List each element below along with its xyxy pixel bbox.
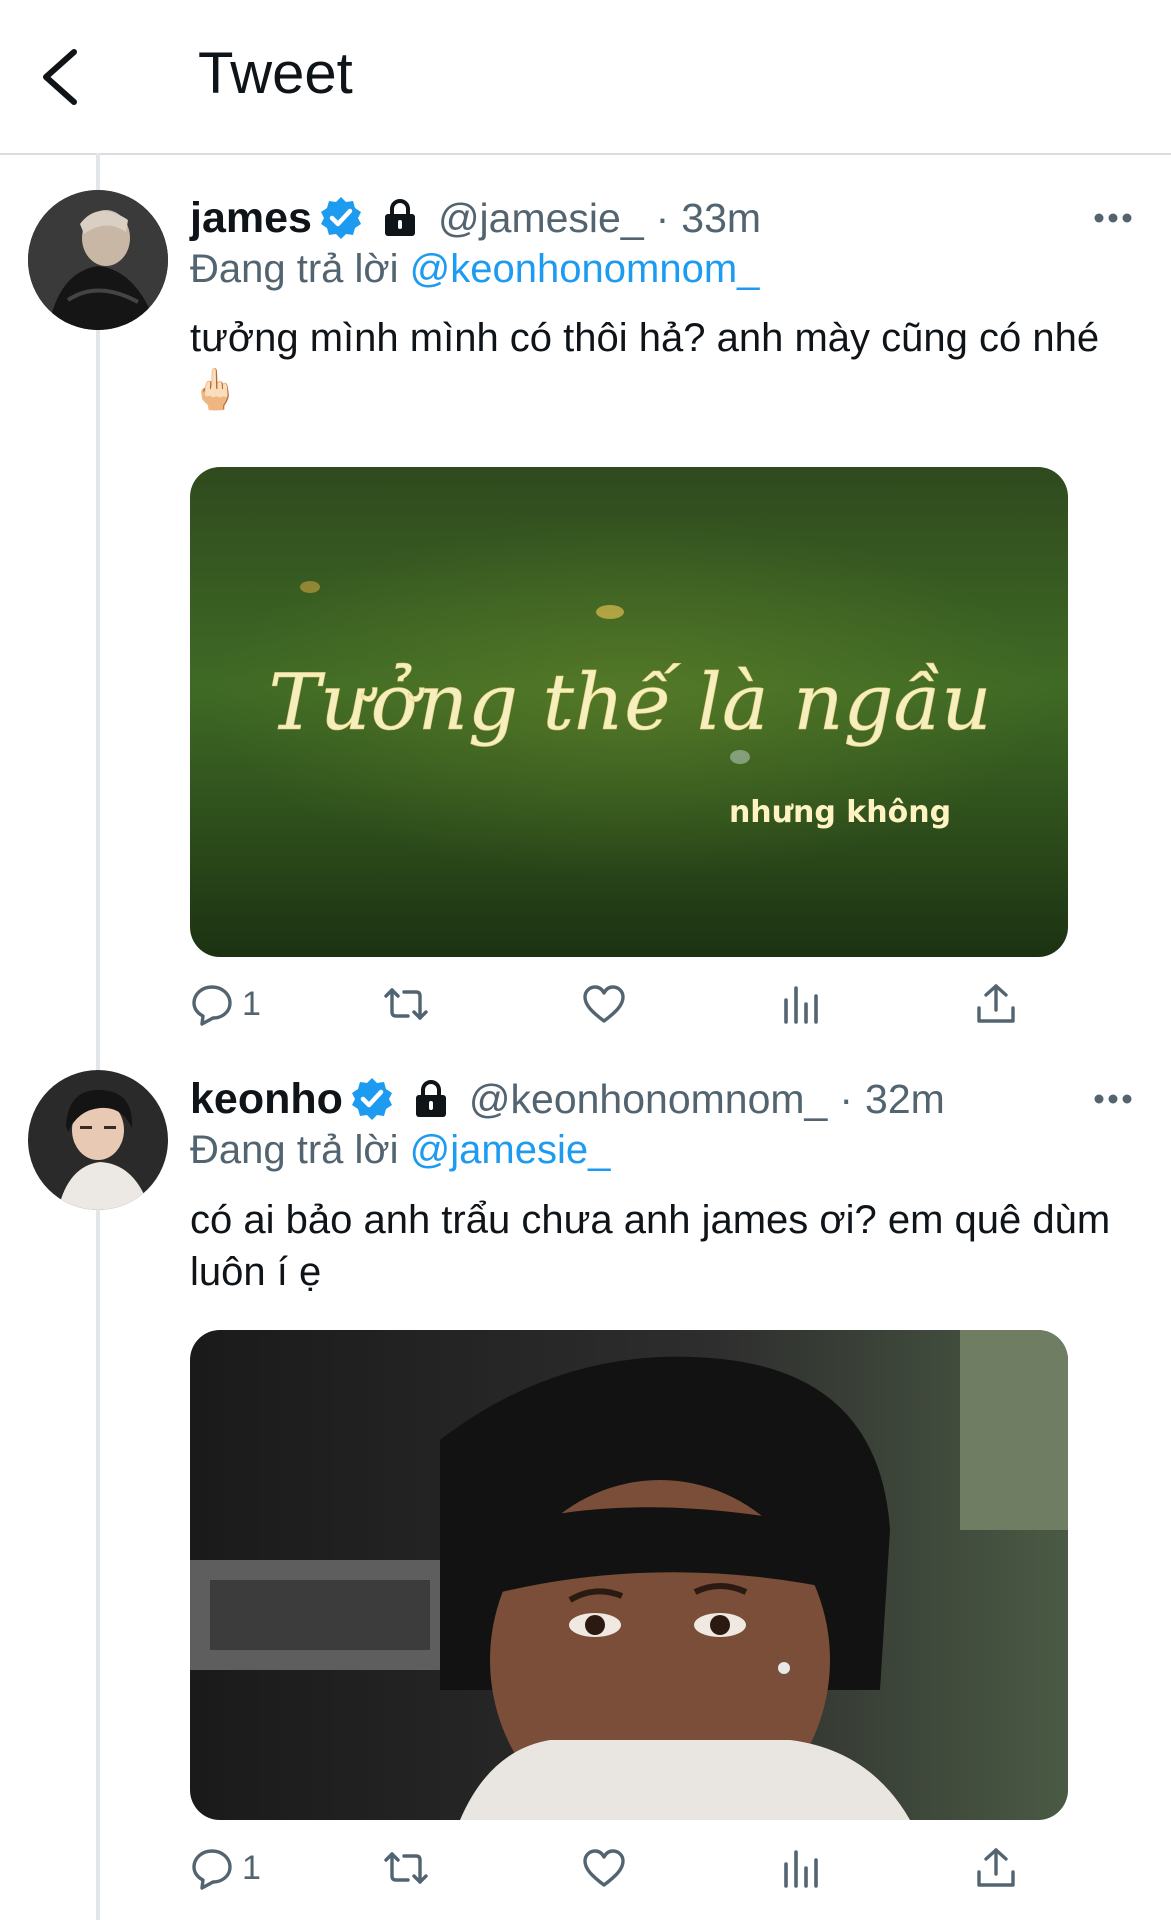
- like-button[interactable]: [582, 980, 626, 1028]
- tweet-meta: james @jamesie_ · 33m: [190, 193, 761, 243]
- thread-line: [96, 153, 100, 1920]
- retweet-button[interactable]: [384, 980, 428, 1028]
- analytics-icon: [784, 1850, 818, 1888]
- share-icon: [977, 1848, 1015, 1887]
- avatar[interactable]: [28, 1070, 168, 1210]
- replying-to: Đang trả lời @keonhonomnom_: [190, 247, 759, 292]
- tweet-meta: keonho @keonhonomnom_ · 32m: [190, 1074, 945, 1124]
- replying-prefix: Đang trả lời: [190, 247, 399, 291]
- tweet-actions: 1: [190, 1844, 1070, 1894]
- lock-icon: [384, 199, 415, 236]
- retweet-icon: [384, 988, 428, 1020]
- avatar[interactable]: [28, 190, 168, 330]
- tweet-image[interactable]: Tưởng thế là ngầu nhưng không: [190, 467, 1068, 957]
- tweet-image[interactable]: [190, 1330, 1068, 1820]
- replying-prefix: Đang trả lời: [190, 1128, 399, 1172]
- replying-to: Đang trả lời @jamesie_: [190, 1128, 610, 1173]
- tweet-actions: 1: [190, 980, 1070, 1030]
- share-button[interactable]: [974, 1844, 1018, 1892]
- verified-badge-icon: [351, 1078, 392, 1120]
- retweet-button[interactable]: [384, 1844, 428, 1892]
- analytics-icon: [784, 986, 818, 1024]
- top-bar: Tweet: [0, 0, 1171, 155]
- reply-count: 1: [242, 984, 261, 1023]
- analytics-button[interactable]: [778, 980, 822, 1028]
- separator-dot: ·: [655, 194, 670, 241]
- reply-icon: [192, 1849, 232, 1890]
- timestamp[interactable]: 33m: [681, 195, 761, 242]
- chevron-left-icon: [43, 49, 77, 105]
- analytics-button[interactable]: [778, 1844, 822, 1892]
- reply-button[interactable]: 1: [190, 1844, 261, 1892]
- image-caption-sub: nhưng không: [729, 795, 951, 830]
- more-options-button[interactable]: [1093, 208, 1133, 228]
- mention-link[interactable]: @jamesie_: [410, 1128, 611, 1172]
- like-button[interactable]: [582, 1844, 626, 1892]
- heart-icon: [583, 985, 625, 1023]
- reply-button[interactable]: 1: [190, 980, 261, 1028]
- more-icon: [1094, 1094, 1132, 1104]
- reply-icon: [192, 985, 232, 1026]
- verified-badge-icon: [320, 197, 361, 239]
- heart-icon: [583, 1849, 625, 1887]
- display-name[interactable]: james: [190, 194, 312, 243]
- more-options-button[interactable]: [1093, 1089, 1133, 1109]
- display-name[interactable]: keonho: [190, 1075, 343, 1124]
- share-icon: [977, 984, 1015, 1023]
- lock-icon: [415, 1080, 446, 1117]
- user-handle[interactable]: @jamesie_: [438, 195, 644, 242]
- tweet-text: có ai bảo anh trẩu chưa anh james ơi? em…: [190, 1198, 1111, 1294]
- timestamp[interactable]: 32m: [865, 1076, 945, 1123]
- more-icon: [1094, 213, 1132, 223]
- separator-dot: ·: [839, 1075, 854, 1122]
- retweet-icon: [384, 1852, 428, 1884]
- user-handle[interactable]: @keonhonomnom_: [469, 1076, 827, 1123]
- back-button[interactable]: [38, 48, 84, 106]
- tweet-text: tưởng mình mình có thôi hả? anh mày cũng…: [190, 316, 1100, 412]
- image-caption-script: Tưởng thế là ngầu: [269, 658, 992, 748]
- reply-count: 1: [242, 1848, 261, 1887]
- share-button[interactable]: [974, 980, 1018, 1028]
- page-title: Tweet: [198, 41, 353, 106]
- mention-link[interactable]: @keonhonomnom_: [410, 247, 760, 291]
